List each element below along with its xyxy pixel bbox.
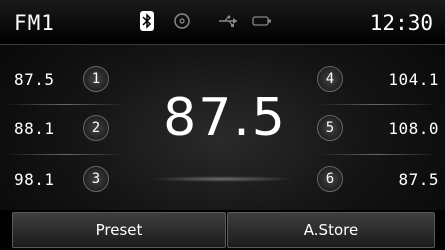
preset-5-number: 5 xyxy=(317,115,343,141)
status-bar: FM1 12:30 xyxy=(0,0,445,45)
preset-2[interactable]: 88.1 2 xyxy=(0,107,130,151)
disc-icon xyxy=(172,11,192,35)
preset-2-number: 2 xyxy=(83,115,109,141)
preset-1-frequency: 87.5 xyxy=(14,70,55,89)
clock: 12:30 xyxy=(369,11,433,35)
divider xyxy=(6,154,126,155)
auto-store-button[interactable]: A.Store xyxy=(227,212,435,248)
band-label: FM1 xyxy=(14,11,55,35)
divider xyxy=(318,154,438,155)
preset-button[interactable]: Preset xyxy=(12,212,226,248)
bottom-button-bar: Preset A.Store xyxy=(0,210,445,250)
radio-screen: FM1 12:30 87.5 1 88.1 2 98.1 3 4 104.1 5… xyxy=(0,0,445,250)
ipod-icon xyxy=(252,11,274,35)
preset-6-number: 6 xyxy=(317,166,343,192)
divider xyxy=(318,104,438,105)
preset-3-frequency: 98.1 xyxy=(14,170,55,189)
preset-2-frequency: 88.1 xyxy=(14,119,55,138)
preset-1-number: 1 xyxy=(83,66,109,92)
preset-4-frequency: 104.1 xyxy=(388,70,439,89)
preset-6-frequency: 87.5 xyxy=(398,170,439,189)
preset-6[interactable]: 6 87.5 xyxy=(315,158,445,202)
preset-5[interactable]: 5 108.0 xyxy=(315,107,445,151)
preset-4[interactable]: 4 104.1 xyxy=(315,58,445,102)
preset-3[interactable]: 98.1 3 xyxy=(0,158,130,202)
preset-1[interactable]: 87.5 1 xyxy=(0,58,130,102)
preset-5-frequency: 108.0 xyxy=(388,119,439,138)
divider xyxy=(6,104,126,105)
preset-4-number: 4 xyxy=(317,66,343,92)
preset-3-number: 3 xyxy=(83,166,109,192)
usb-icon xyxy=(218,11,240,35)
frequency-glow xyxy=(150,176,295,182)
bluetooth-icon xyxy=(140,11,154,31)
current-frequency: 87.5 xyxy=(163,88,287,148)
